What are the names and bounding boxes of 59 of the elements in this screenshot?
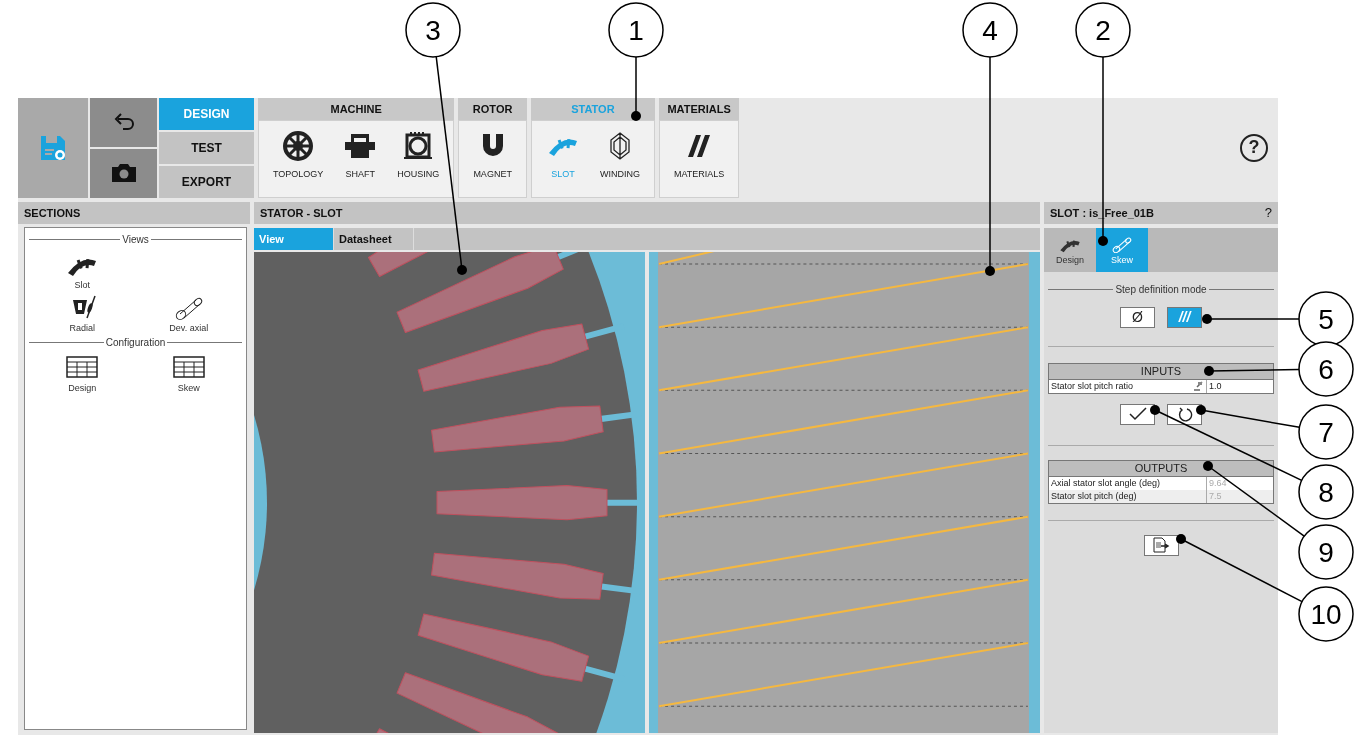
- input-field[interactable]: 1.0: [1206, 379, 1273, 393]
- shaft-icon: [343, 131, 378, 161]
- ribbon-button[interactable]: MATERIALS: [665, 127, 733, 183]
- section-item[interactable]: Slot: [29, 250, 136, 290]
- callout-number: 3: [405, 2, 461, 58]
- camera-icon: [110, 163, 137, 184]
- table-cell: 9.64: [1206, 476, 1273, 490]
- ribbon-button[interactable]: MAGNET: [465, 127, 520, 183]
- callout-number: 2: [1075, 2, 1131, 58]
- mode-tab[interactable]: EXPORT: [159, 165, 254, 198]
- ribbon-button[interactable]: HOUSING: [389, 127, 448, 183]
- table-icon: [171, 353, 206, 380]
- table-cell-text: Axial stator slot angle (deg): [1050, 478, 1162, 489]
- group-header: MACHINE: [258, 98, 455, 120]
- mode-toggle-button[interactable]: Ø: [1120, 306, 1155, 328]
- table-icon: [65, 353, 100, 380]
- table-cell: 7.5: [1206, 489, 1273, 503]
- section-item[interactable]: Radial: [29, 293, 136, 333]
- checkmark-icon: [1128, 407, 1147, 422]
- callout-number: 9: [1298, 524, 1354, 580]
- callout-number: 7: [1298, 404, 1354, 460]
- section-item[interactable]: Dev. axial: [135, 293, 242, 333]
- panel-tab[interactable]: Design: [1044, 227, 1096, 272]
- help-icon[interactable]: ?: [1240, 133, 1268, 162]
- ribbon-button[interactable]: TOPOLOGY: [265, 127, 332, 183]
- table-cell-text: Stator slot pitch ratio: [1050, 381, 1135, 392]
- group-heading: Step definition mode: [1115, 283, 1207, 295]
- group-heading: Views: [122, 233, 149, 245]
- undo-button[interactable]: [90, 98, 157, 147]
- group-header: STATOR: [530, 98, 655, 120]
- table-header: OUTPUTS: [1049, 460, 1273, 477]
- callout-number: 10: [1298, 586, 1354, 642]
- camera-button[interactable]: [90, 148, 157, 198]
- export-button[interactable]: [1143, 534, 1179, 556]
- leader-line: [631, 56, 641, 121]
- link-icon: [1192, 381, 1204, 392]
- callout-number: 4: [962, 2, 1018, 58]
- reset-icon: [1176, 406, 1193, 423]
- ribbon-button[interactable]: WINDING: [591, 127, 648, 183]
- callout-number: 1: [608, 2, 664, 58]
- callout-number: 8: [1298, 464, 1354, 520]
- group-heading: Configuration: [105, 336, 166, 348]
- section-item[interactable]: Design: [29, 353, 136, 393]
- group-header: MATERIALS: [658, 98, 740, 120]
- section-item[interactable]: Skew: [135, 353, 242, 393]
- apply-button[interactable]: [1120, 403, 1155, 425]
- help-icon[interactable]: ?: [1264, 205, 1272, 221]
- ribbon-button[interactable]: SHAFT: [335, 127, 386, 183]
- group-header: ROTOR: [458, 98, 527, 120]
- panel-header: STATOR - SLOT: [254, 201, 1040, 224]
- document-export-icon: [1152, 537, 1170, 554]
- callout-number: 5: [1298, 291, 1354, 347]
- mode-tab[interactable]: TEST: [159, 131, 254, 164]
- cylinder-icon: [1110, 234, 1134, 253]
- wheel-icon: [281, 131, 316, 161]
- table-header: INPUTS: [1049, 363, 1273, 380]
- table-cell-text: Stator slot pitch (deg): [1050, 491, 1138, 502]
- callout-number: 6: [1298, 341, 1354, 397]
- panel-header: SECTIONS: [18, 201, 250, 224]
